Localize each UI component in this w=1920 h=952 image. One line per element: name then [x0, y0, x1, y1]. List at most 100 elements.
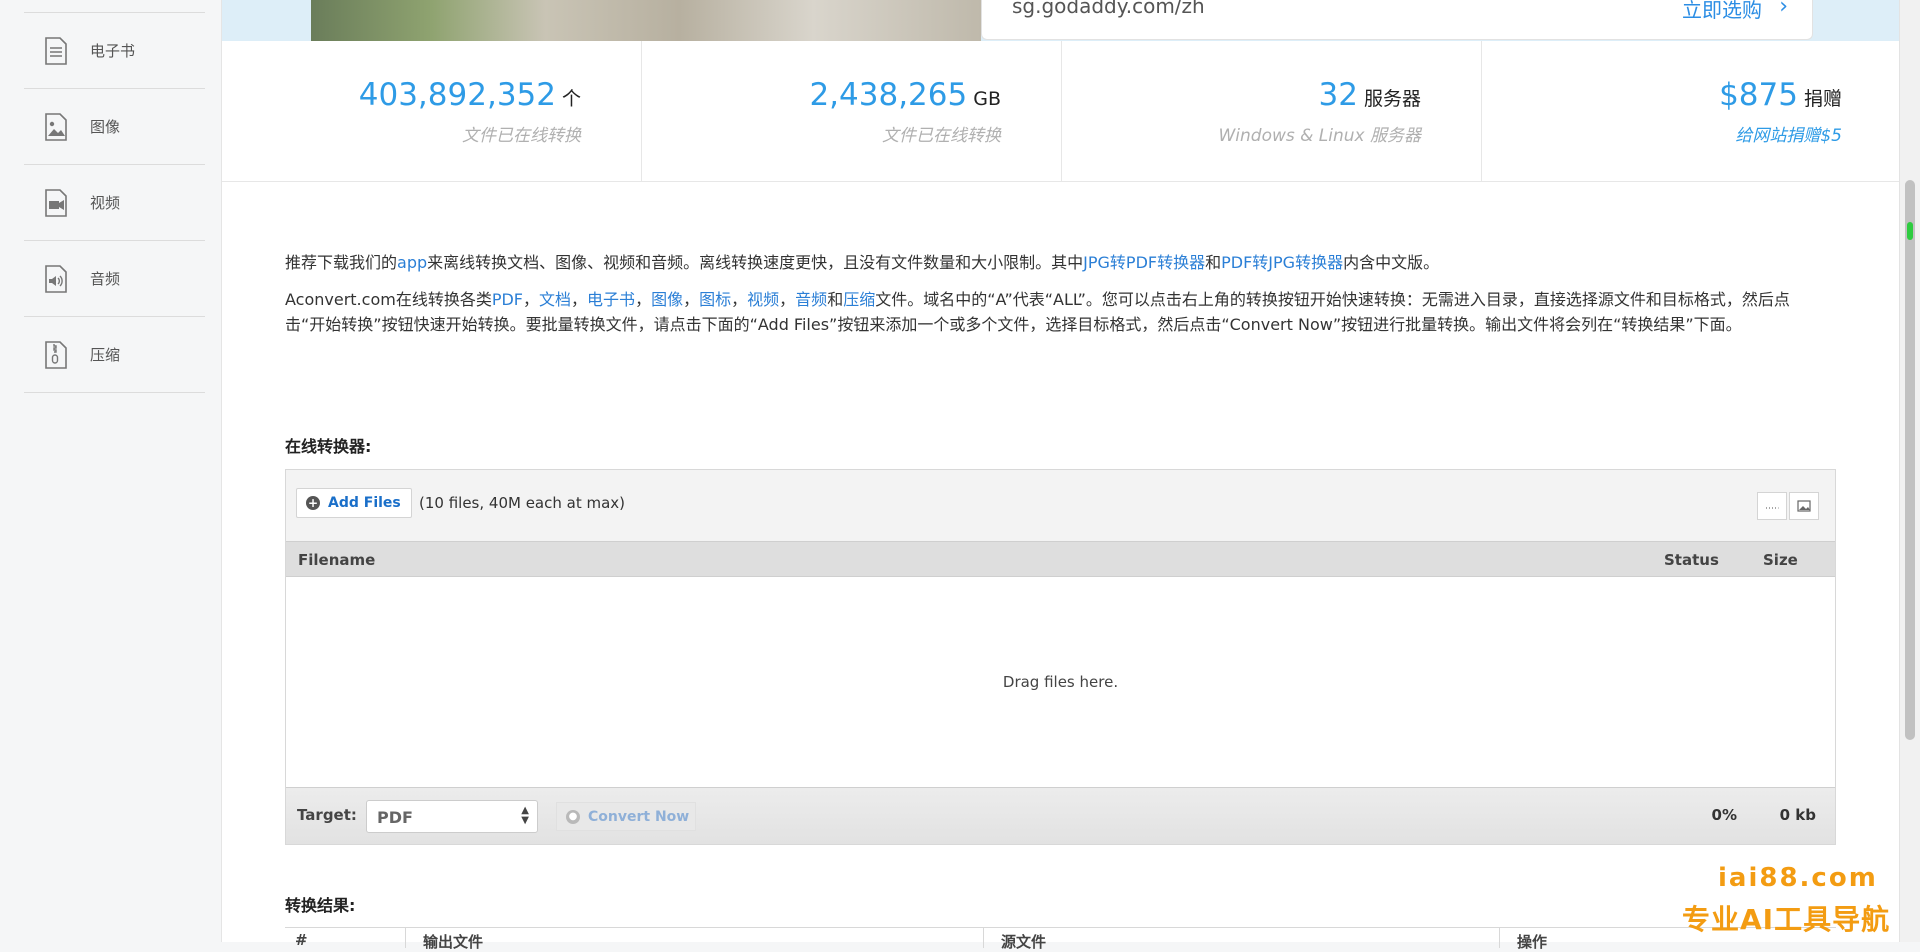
- column-divider: [405, 928, 406, 948]
- stat-unit: 个: [561, 88, 581, 110]
- plus-icon: +: [306, 496, 320, 510]
- view-toggle: [1757, 492, 1819, 520]
- stat-unit: 捐赠: [1803, 88, 1842, 110]
- pdf-to-jpg-link[interactable]: PDF转JPG转换器: [1221, 253, 1343, 272]
- stat-unit: GB: [973, 88, 1001, 110]
- convert-now-button[interactable]: ● Convert Now: [556, 802, 696, 831]
- ad-banner-box: sg.godaddy.com/zh 立即选购 ›: [981, 0, 1813, 40]
- sidebar-item-audio[interactable]: 音频: [24, 241, 205, 317]
- sidebar-item-label: 压缩: [90, 346, 121, 364]
- thumbnail-view-button[interactable]: [1789, 492, 1819, 520]
- page-scrollbar[interactable]: [1899, 0, 1920, 942]
- video-icon: [42, 187, 70, 219]
- document-link[interactable]: 文档: [539, 290, 571, 309]
- sidebar: 电子书 图像 视频 音频 压缩: [0, 0, 221, 942]
- add-files-label: Add Files: [328, 495, 401, 511]
- archive-icon: [42, 339, 70, 371]
- stat-number: 403,892,352: [358, 77, 556, 113]
- intro-text: 和: [827, 290, 844, 309]
- icon-link[interactable]: 图标: [699, 290, 731, 309]
- target-label: Target:: [297, 806, 357, 824]
- separator: ，: [683, 290, 700, 309]
- results-table-header: # 输出文件 源文件 操作: [285, 927, 1836, 951]
- stat-description: 文件已在线转换: [462, 126, 581, 146]
- separator: ，: [635, 290, 652, 309]
- stat-number: 32: [1318, 77, 1358, 113]
- stat-number: 2,438,265: [809, 77, 968, 113]
- target-format-value: PDF: [377, 808, 413, 827]
- stat-unit: 服务器: [1363, 88, 1421, 110]
- drop-hint: Drag files here.: [1002, 673, 1119, 691]
- sidebar-item-label: 音频: [90, 270, 121, 288]
- sidebar-item-video[interactable]: 视频: [24, 165, 205, 241]
- sidebar-item-image[interactable]: 图像: [24, 89, 205, 165]
- audio-link[interactable]: 音频: [795, 290, 827, 309]
- total-size: 0 kb: [1779, 806, 1816, 824]
- watermark-domain: iai88.com: [1718, 863, 1878, 893]
- stat-servers: 32 服务器 Windows & Linux 服务器: [1062, 41, 1482, 181]
- convert-icon: ●: [566, 809, 580, 824]
- audio-icon: [42, 263, 70, 295]
- main-content: sg.godaddy.com/zh 立即选购 › 403,892,352 个 文件…: [221, 0, 1900, 951]
- file-drop-zone[interactable]: Drag files here.: [286, 577, 1835, 787]
- column-status: Status: [1664, 551, 1719, 569]
- video-link[interactable]: 视频: [747, 290, 779, 309]
- chevron-right-icon: ›: [1779, 0, 1788, 19]
- ad-buy-link[interactable]: 立即选购: [1682, 0, 1762, 23]
- stat-description: Windows & Linux 服务器: [1218, 126, 1421, 146]
- intro-paragraph-2: Aconvert.com在线转换各类PDF，文档，电子书，图像，图标，视频，音频…: [285, 287, 1830, 337]
- sidebar-item-label: 电子书: [90, 42, 136, 60]
- separator: ，: [779, 290, 796, 309]
- ad-banner[interactable]: sg.godaddy.com/zh 立即选购 ›: [222, 0, 1900, 41]
- watermark-slogan: 专业AI工具导航: [1682, 903, 1891, 936]
- file-table-header: Filename Status Size: [286, 541, 1835, 577]
- intro-text: 推荐下载我们的: [285, 253, 398, 272]
- column-divider: [1499, 928, 1500, 948]
- intro-text: 内含中文版。: [1343, 253, 1440, 272]
- sidebar-item-label: 视频: [90, 194, 121, 212]
- results-title: 转换结果:: [285, 896, 356, 915]
- scrollbar-thumb[interactable]: [1905, 180, 1915, 740]
- scroll-indicator: [1907, 222, 1913, 240]
- converter-title: 在线转换器:: [285, 437, 372, 456]
- ad-url[interactable]: sg.godaddy.com/zh: [1012, 0, 1205, 18]
- column-divider: [983, 928, 984, 948]
- intro-text: Aconvert.com在线转换各类: [285, 290, 492, 309]
- results-column-index: #: [295, 931, 308, 949]
- add-files-button[interactable]: + Add Files: [296, 488, 412, 518]
- list-view-button[interactable]: [1757, 492, 1787, 520]
- progress-percent: 0%: [1711, 806, 1737, 824]
- thumbnail-view-icon: [1797, 497, 1811, 516]
- sidebar-item-ebook[interactable]: 电子书: [24, 13, 205, 89]
- file-limit-text: (10 files, 40M each at max): [419, 494, 626, 512]
- image-link[interactable]: 图像: [651, 290, 683, 309]
- column-size: Size: [1763, 551, 1798, 569]
- separator: ，: [571, 290, 588, 309]
- separator: ，: [523, 290, 540, 309]
- list-view-icon: [1765, 497, 1779, 516]
- stat-files-count: 403,892,352 个 文件已在线转换: [222, 41, 642, 181]
- stat-number: $875: [1719, 77, 1798, 113]
- intro-paragraph-1: 推荐下载我们的app来离线转换文档、图像、视频和音频。离线转换速度更快，且没有文…: [285, 250, 1830, 275]
- stat-description: 文件已在线转换: [882, 126, 1001, 146]
- intro-text: 和: [1205, 253, 1222, 272]
- sidebar-item-label: 图像: [90, 118, 121, 136]
- image-icon: [42, 111, 70, 143]
- select-arrows-icon: ▲ ▼: [521, 805, 529, 826]
- donate-link[interactable]: 给网站捐赠$5: [1735, 121, 1842, 146]
- separator: ，: [731, 290, 748, 309]
- ebook-link[interactable]: 电子书: [587, 290, 635, 309]
- app-link[interactable]: app: [397, 253, 427, 272]
- stat-donation[interactable]: $875 捐赠 给网站捐赠$5: [1482, 41, 1902, 181]
- ebook-icon: [42, 35, 70, 67]
- archive-link[interactable]: 压缩: [843, 290, 875, 309]
- jpg-to-pdf-link[interactable]: JPG转PDF转换器: [1083, 253, 1205, 272]
- target-format-select[interactable]: PDF ▲ ▼: [366, 800, 538, 833]
- stats-bar: 403,892,352 个 文件已在线转换 2,438,265 GB 文件已在线转换…: [222, 41, 1900, 182]
- stat-files-size: 2,438,265 GB 文件已在线转换: [642, 41, 1062, 181]
- converter-footer: Target: PDF ▲ ▼ ● Convert Now 0% 0 kb: [286, 787, 1835, 844]
- sidebar-item-archive[interactable]: 压缩: [24, 317, 205, 393]
- pdf-link[interactable]: PDF: [492, 290, 523, 309]
- column-filename: Filename: [298, 551, 376, 569]
- intro-text: 来离线转换文档、图像、视频和音频。离线转换速度更快，且没有文件数量和大小限制。其…: [427, 253, 1084, 272]
